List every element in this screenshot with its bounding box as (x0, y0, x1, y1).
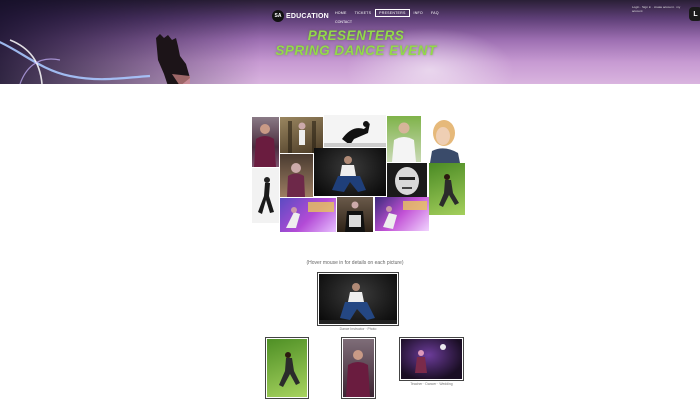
presenter-photo[interactable] (429, 163, 465, 215)
gallery-photo[interactable] (399, 337, 464, 381)
gallery-photo[interactable] (265, 337, 309, 399)
nav-tickets[interactable]: Tickets (351, 9, 376, 17)
gallery-photo-caption: Teacher · Dancer · Wedding (410, 382, 453, 386)
presenter-photo[interactable] (314, 148, 386, 196)
presenter-photo[interactable] (424, 115, 465, 163)
presenter-photo[interactable] (252, 168, 279, 223)
featured-photo[interactable] (317, 272, 399, 326)
header-banner: SA EDUCATION Home Tickets Presenters Inf… (0, 0, 700, 84)
presenter-photo[interactable] (280, 198, 336, 232)
hero-title: PRESENTERS SPRING DANCE EVENT (270, 28, 442, 58)
presenter-photo[interactable] (387, 116, 421, 162)
presenter-photo[interactable] (280, 154, 313, 197)
user-icon[interactable]: L (689, 7, 700, 21)
gallery-photo[interactable] (341, 337, 376, 399)
brand-badge: SA (272, 10, 284, 22)
presenter-photo[interactable] (324, 115, 386, 147)
brand-logo[interactable]: SA EDUCATION (272, 10, 329, 22)
hero-title-line-1: PRESENTERS (307, 28, 405, 43)
main-nav-row-2: Contact (331, 18, 356, 26)
presenter-photo[interactable] (387, 163, 427, 199)
nav-home[interactable]: Home (331, 9, 351, 17)
presenter-collage (252, 115, 465, 232)
presenter-photo[interactable] (375, 197, 429, 231)
nav-contact[interactable]: Contact (331, 18, 356, 26)
account-links[interactable]: Login · Sign in · create account · my ac… (632, 5, 690, 13)
hero-title-line-2: SPRING DANCE EVENT (275, 43, 437, 58)
nav-faq[interactable]: FAQ (427, 9, 443, 17)
gallery-intro: (Hover mouse in for details on each pict… (306, 260, 404, 266)
nav-info[interactable]: Info (410, 9, 427, 17)
dancer-hand-graphic (156, 34, 190, 84)
featured-photo-caption: Dance Instructor · Photo (339, 327, 377, 331)
presenter-photo[interactable] (337, 197, 373, 232)
nav-presenters[interactable]: Presenters (375, 9, 410, 17)
main-nav: Home Tickets Presenters Info FAQ (331, 9, 443, 17)
presenter-photo[interactable] (252, 117, 279, 167)
brand-wordmark: EDUCATION (286, 12, 329, 20)
